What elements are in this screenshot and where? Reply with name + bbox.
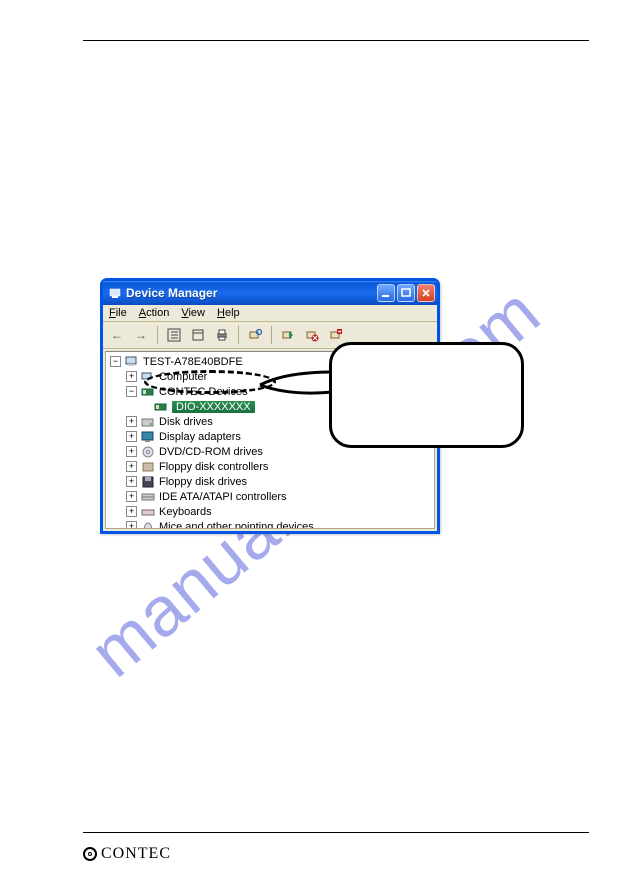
tree-root-label: TEST-A78E40BDFE (143, 356, 243, 368)
scan-hardware-icon[interactable] (245, 325, 265, 345)
callout-highlight-ellipse (144, 370, 276, 394)
window-title: Device Manager (126, 286, 217, 300)
menu-file[interactable]: File (109, 307, 127, 319)
expand-icon[interactable]: + (126, 416, 137, 427)
tree-item-keyboards[interactable]: + Keyboards (106, 504, 434, 519)
toolbar-divider (157, 326, 158, 344)
floppy-controller-icon (141, 460, 155, 474)
tree-item-label: Disk drives (159, 416, 213, 428)
minimize-button[interactable] (377, 284, 395, 302)
expand-icon[interactable]: + (126, 461, 137, 472)
expand-icon[interactable]: + (126, 491, 137, 502)
display-icon (141, 430, 155, 444)
tree-item-label: Display adapters (159, 431, 241, 443)
collapse-icon[interactable]: − (126, 386, 137, 397)
toolbar-divider (238, 326, 239, 344)
expand-icon[interactable]: + (126, 476, 137, 487)
expand-icon[interactable]: + (126, 506, 137, 517)
computer-icon (125, 355, 139, 369)
keyboard-icon (141, 505, 155, 519)
maximize-button[interactable] (397, 284, 415, 302)
cd-icon (141, 445, 155, 459)
tree-item-label: DVD/CD-ROM drives (159, 446, 263, 458)
card-icon (154, 400, 168, 414)
disk-icon (141, 415, 155, 429)
tree-item-label: Keyboards (159, 506, 212, 518)
floppy-icon (141, 475, 155, 489)
uninstall-device-icon[interactable] (326, 325, 346, 345)
mouse-icon (141, 520, 155, 530)
footer-rule (83, 832, 589, 833)
tree-view-icon[interactable] (164, 325, 184, 345)
forward-icon[interactable]: → (131, 325, 151, 345)
toolbar-divider (271, 326, 272, 344)
expand-icon[interactable]: + (126, 371, 137, 382)
print-icon[interactable] (212, 325, 232, 345)
titlebar[interactable]: Device Manager (103, 281, 437, 305)
expand-icon[interactable]: + (126, 431, 137, 442)
close-button[interactable] (417, 284, 435, 302)
callout-balloon (329, 342, 524, 448)
tree-item-floppy-drives[interactable]: + Floppy disk drives (106, 474, 434, 489)
menu-view[interactable]: View (181, 307, 205, 319)
expand-icon[interactable]: + (126, 521, 137, 529)
footer-brand: CONTEC (83, 845, 171, 863)
enable-device-icon[interactable] (278, 325, 298, 345)
app-icon (108, 286, 122, 300)
tree-item-mice[interactable]: + Mice and other pointing devices (106, 519, 434, 529)
menu-help[interactable]: Help (217, 307, 240, 319)
back-icon[interactable]: ← (107, 325, 127, 345)
tree-item-floppy-controllers[interactable]: + Floppy disk controllers (106, 459, 434, 474)
properties-icon[interactable] (188, 325, 208, 345)
tree-item-label: DIO-XXXXXXX (172, 401, 255, 413)
brand-text: CONTEC (101, 845, 171, 863)
tree-item-label: Mice and other pointing devices (159, 521, 314, 530)
ide-icon (141, 490, 155, 504)
header-rule (83, 40, 589, 41)
tree-item-label: IDE ATA/ATAPI controllers (159, 491, 287, 503)
collapse-icon[interactable]: − (110, 356, 121, 367)
menu-action[interactable]: Action (139, 307, 170, 319)
brand-ring-icon (83, 847, 97, 861)
disable-device-icon[interactable] (302, 325, 322, 345)
tree-item-label: Floppy disk controllers (159, 461, 268, 473)
menubar: File Action View Help (103, 305, 437, 322)
tree-item-label: Floppy disk drives (159, 476, 247, 488)
expand-icon[interactable]: + (126, 446, 137, 457)
tree-item-ide-controllers[interactable]: + IDE ATA/ATAPI controllers (106, 489, 434, 504)
